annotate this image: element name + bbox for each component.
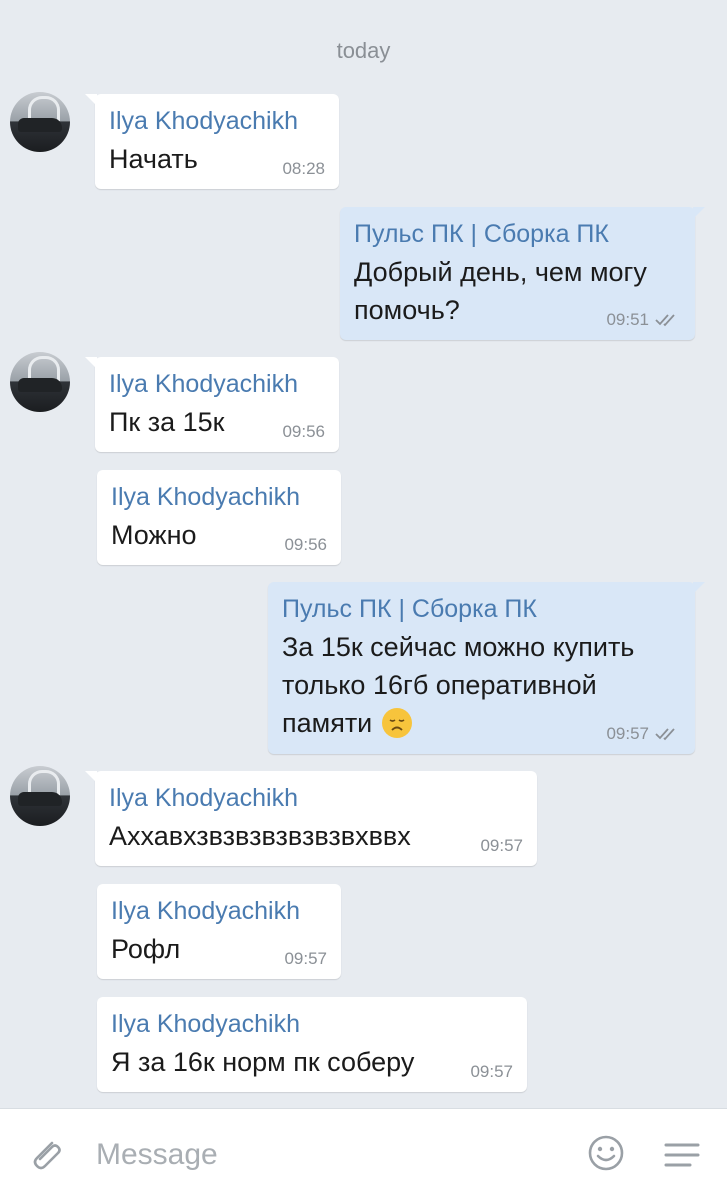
sender-name[interactable]: Пульс ПК | Сборка ПК: [354, 219, 681, 249]
date-separator: today: [336, 38, 391, 63]
message-composer: [0, 1108, 727, 1200]
smile-icon[interactable]: [584, 1131, 628, 1175]
avatar[interactable]: [10, 92, 70, 152]
chat-history[interactable]: today Ilya Khodyachikh Начать 08:28 Пуль…: [0, 0, 727, 1108]
avatar[interactable]: [10, 766, 70, 826]
message-time: 09:57: [470, 1062, 513, 1081]
message-input[interactable]: [96, 1131, 546, 1179]
message-time: 09:57: [480, 836, 523, 855]
message-text: Я за 16к норм пк соберу: [111, 1047, 415, 1077]
message-bubble-incoming[interactable]: Ilya Khodyachikh Аххавхзвзвзвзвзвзвхввх …: [85, 771, 537, 866]
message-bubble-incoming[interactable]: Ilya Khodyachikh Можно 09:56: [97, 470, 341, 565]
sender-name[interactable]: Ilya Khodyachikh: [109, 783, 523, 813]
sender-name[interactable]: Ilya Khodyachikh: [111, 896, 327, 926]
message-time: 09:56: [284, 535, 327, 554]
message-bubble-incoming[interactable]: Ilya Khodyachikh Пк за 15к 09:56: [85, 357, 339, 452]
paperclip-icon[interactable]: [24, 1133, 68, 1177]
sender-name[interactable]: Пульс ПК | Сборка ПК: [282, 594, 681, 624]
sender-name[interactable]: Ilya Khodyachikh: [109, 106, 325, 136]
avatar[interactable]: [10, 352, 70, 412]
message-time: 09:57: [284, 949, 327, 968]
hamburger-menu-icon[interactable]: [660, 1133, 704, 1177]
message-time: 08:28: [282, 159, 325, 178]
sender-name[interactable]: Ilya Khodyachikh: [111, 1009, 513, 1039]
message-bubble-outgoing[interactable]: Пульс ПК | Сборка ПК Добрый день, чем мо…: [340, 207, 705, 340]
message-bubble-outgoing[interactable]: Пульс ПК | Сборка ПК За 15к сейчас можно…: [268, 582, 705, 754]
message-time: 09:56: [282, 422, 325, 441]
disappointed-face-icon: [381, 708, 412, 738]
message-bubble-incoming[interactable]: Ilya Khodyachikh Начать 08:28: [85, 94, 339, 189]
sender-name[interactable]: Ilya Khodyachikh: [111, 482, 327, 512]
message-time: 09:57: [606, 724, 649, 743]
double-check-icon: [655, 728, 675, 741]
message-bubble-incoming[interactable]: Ilya Khodyachikh Рофл 09:57: [97, 884, 341, 979]
double-check-icon: [655, 314, 675, 327]
message-time: 09:51: [606, 310, 649, 329]
message-text: Аххавхзвзвзвзвзвзвхввх: [109, 821, 411, 851]
message-text: За 15к сейчас можно купить только 16гб о…: [282, 632, 635, 738]
message-bubble-incoming[interactable]: Ilya Khodyachikh Я за 16к норм пк соберу…: [97, 997, 527, 1092]
sender-name[interactable]: Ilya Khodyachikh: [109, 369, 325, 399]
